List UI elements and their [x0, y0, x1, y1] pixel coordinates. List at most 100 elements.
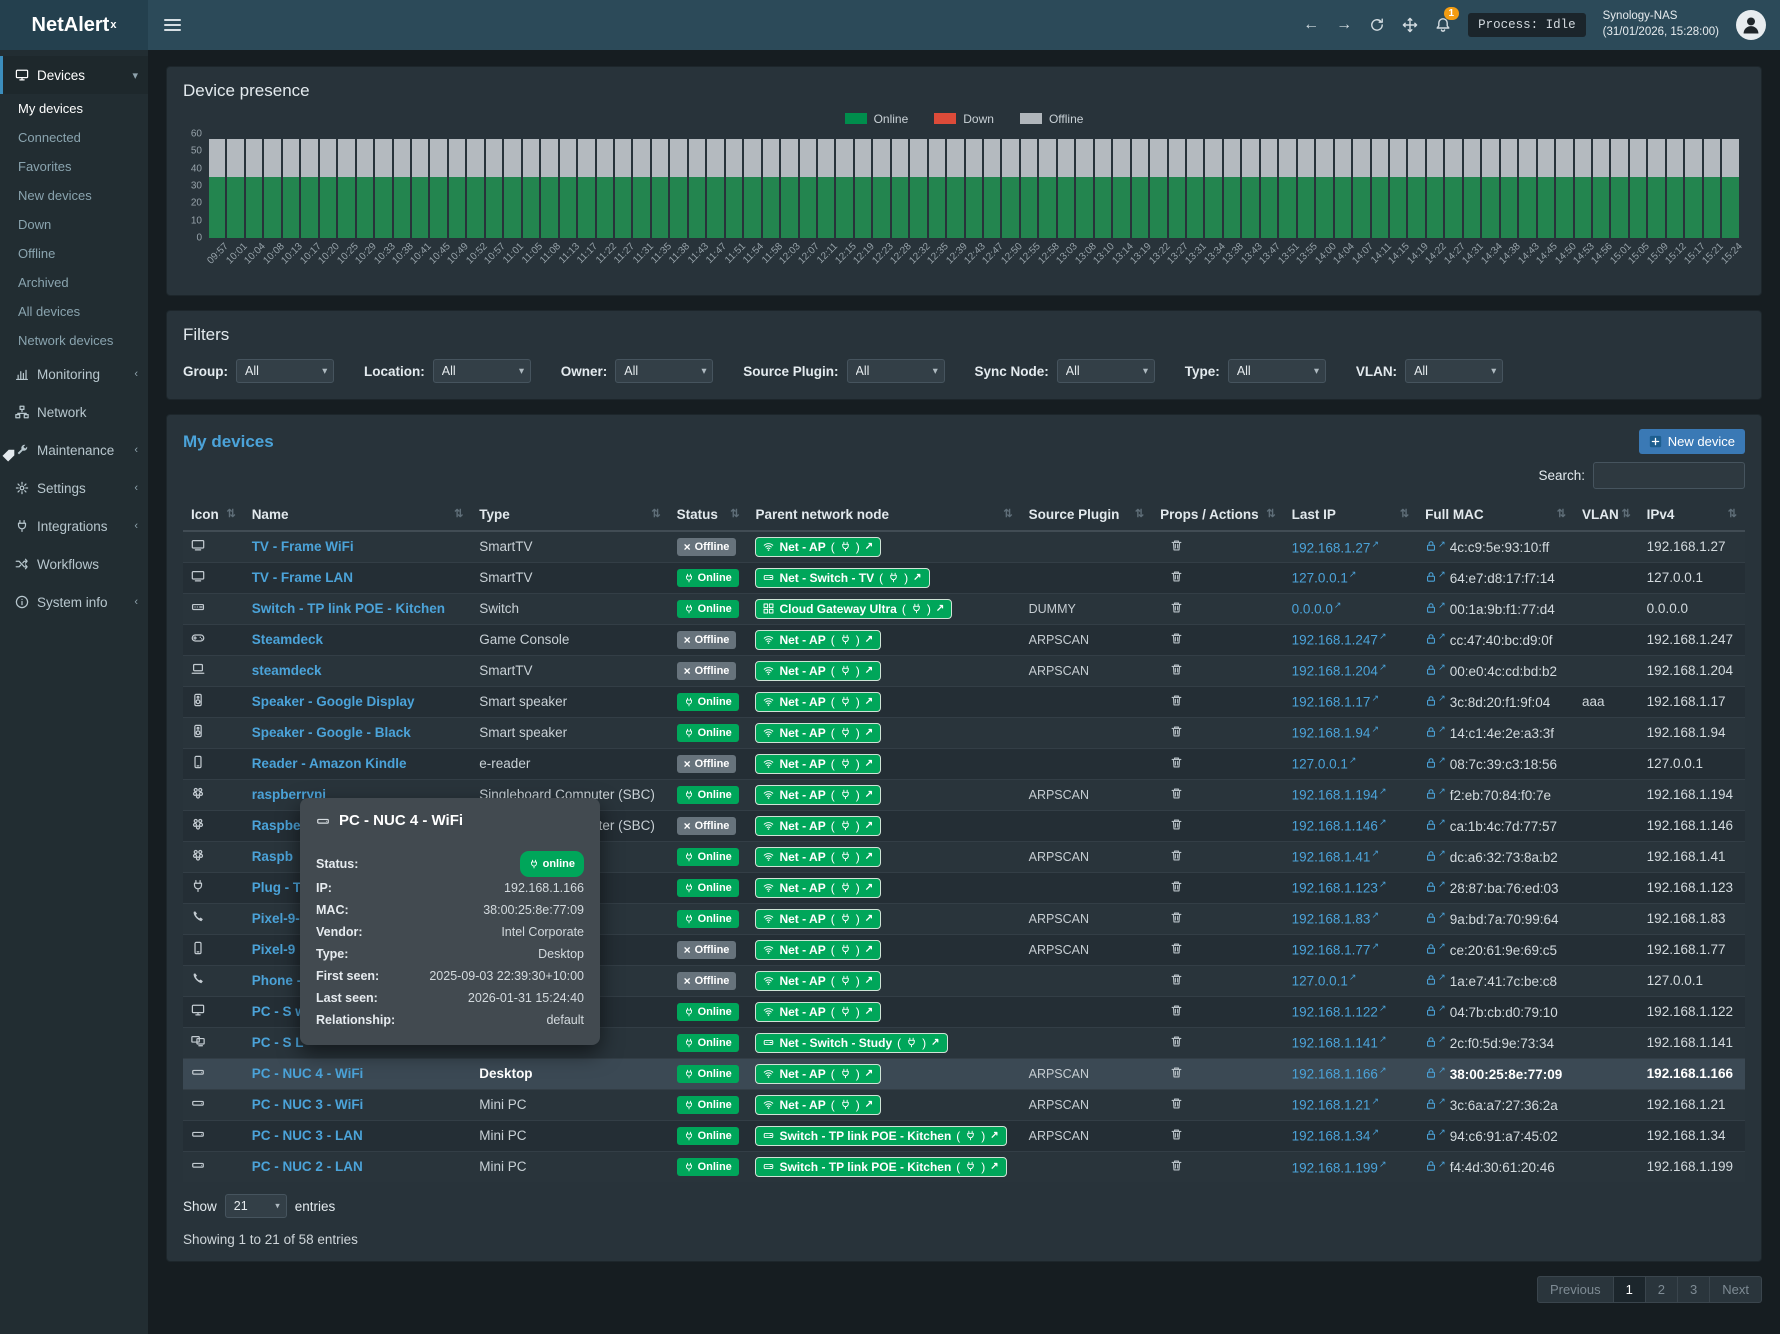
lock-icon[interactable] [1425, 757, 1437, 769]
parent-node-button[interactable]: Net - AP()↗ [755, 878, 881, 898]
lock-icon[interactable] [1425, 571, 1437, 583]
parent-node-button[interactable]: Net - AP()↗ [755, 1095, 881, 1115]
last-ip-link[interactable]: 192.168.1.21 [1292, 1098, 1371, 1113]
menu-toggle-icon[interactable] [148, 0, 196, 50]
column-header[interactable]: Full MAC⇅ [1417, 499, 1574, 531]
sidebar-subitem[interactable]: Connected [0, 123, 148, 152]
column-header[interactable]: Last IP⇅ [1284, 499, 1418, 531]
lock-icon[interactable] [1425, 1036, 1437, 1048]
filter-select-sync-node[interactable]: All [1057, 359, 1155, 383]
parent-node-button[interactable]: Net - AP()↗ [755, 692, 881, 712]
device-name-link[interactable]: Speaker - Google Display [252, 694, 415, 709]
device-name-link[interactable]: Phone - [252, 973, 302, 988]
last-ip-link[interactable]: 192.168.1.146 [1292, 819, 1378, 834]
parent-node-button[interactable]: Net - AP()↗ [755, 754, 881, 774]
sidebar-item-monitoring[interactable]: Monitoring‹ [0, 355, 148, 393]
table-row[interactable]: steamdeckSmartTV×OfflineNet - AP()↗ARPSC… [183, 655, 1745, 686]
table-row[interactable]: PC - NUC 3 - LANMini PCOnlineSwitch - TP… [183, 1120, 1745, 1151]
delete-button[interactable] [1170, 942, 1183, 955]
device-name-link[interactable]: Pixel-9- [252, 911, 300, 926]
sidebar-item-maintenance[interactable]: Maintenance‹ [0, 431, 148, 469]
delete-button[interactable] [1170, 1035, 1183, 1048]
lock-icon[interactable] [1425, 943, 1437, 955]
delete-button[interactable] [1170, 570, 1183, 583]
delete-button[interactable] [1170, 601, 1183, 614]
last-ip-link[interactable]: 192.168.1.194 [1292, 788, 1378, 803]
column-header[interactable]: Props / Actions⇅ [1152, 499, 1284, 531]
lock-icon[interactable] [1425, 726, 1437, 738]
sort-icon[interactable]: ⇅ [1621, 507, 1630, 520]
delete-button[interactable] [1170, 1097, 1183, 1110]
lock-icon[interactable] [1425, 695, 1437, 707]
delete-button[interactable] [1170, 632, 1183, 645]
column-header[interactable]: Status⇅ [669, 499, 748, 531]
parent-node-button[interactable]: Switch - TP link POE - Kitchen()↗ [755, 1126, 1006, 1146]
parent-node-button[interactable]: Net - AP()↗ [755, 816, 881, 836]
sidebar-item-settings[interactable]: Settings‹ [0, 469, 148, 507]
lock-icon[interactable] [1425, 881, 1437, 893]
delete-button[interactable] [1170, 973, 1183, 986]
parent-node-button[interactable]: Net - AP()↗ [755, 537, 881, 557]
parent-node-button[interactable]: Cloud Gateway Ultra()↗ [755, 599, 952, 619]
delete-button[interactable] [1170, 880, 1183, 893]
last-ip-link[interactable]: 192.168.1.123 [1292, 881, 1378, 896]
device-name-link[interactable]: Speaker - Google - Black [252, 725, 411, 740]
pagination-page-1[interactable]: 1 [1613, 1276, 1646, 1303]
sort-icon[interactable]: ⇅ [730, 507, 739, 520]
device-name-link[interactable]: steamdeck [252, 663, 322, 678]
page-size-select[interactable]: 21 [225, 1194, 287, 1218]
parent-node-button[interactable]: Switch - TP link POE - Kitchen()↗ [755, 1157, 1006, 1177]
sort-icon[interactable]: ⇅ [1266, 507, 1275, 520]
sidebar-item-devices[interactable]: Devices▾ [0, 56, 148, 94]
lock-icon[interactable] [1425, 1129, 1437, 1141]
device-name-link[interactable]: Switch - TP link POE - Kitchen [252, 601, 445, 616]
last-ip-link[interactable]: 192.168.1.204 [1292, 664, 1378, 679]
parent-node-button[interactable]: Net - AP()↗ [755, 723, 881, 743]
device-name-link[interactable]: Raspbe [252, 818, 301, 833]
sort-icon[interactable]: ⇅ [1003, 507, 1012, 520]
sidebar-item-workflows[interactable]: Workflows [0, 545, 148, 583]
parent-node-button[interactable]: Net - AP()↗ [755, 661, 881, 681]
last-ip-link[interactable]: 192.168.1.94 [1292, 726, 1371, 741]
filter-select-group[interactable]: All [236, 359, 334, 383]
pagination-next[interactable]: Next [1709, 1276, 1762, 1303]
delete-button[interactable] [1170, 725, 1183, 738]
table-row[interactable]: PC - NUC 4 - WiFiDesktopOnlineNet - AP()… [183, 1058, 1745, 1089]
delete-button[interactable] [1170, 756, 1183, 769]
lock-icon[interactable] [1425, 974, 1437, 986]
last-ip-link[interactable]: 192.168.1.77 [1292, 943, 1371, 958]
pagination-page-3[interactable]: 3 [1677, 1276, 1710, 1303]
last-ip-link[interactable]: 0.0.0.0 [1292, 602, 1333, 617]
filter-select-type[interactable]: All [1228, 359, 1326, 383]
lock-icon[interactable] [1425, 633, 1437, 645]
nav-forward-icon[interactable]: → [1336, 16, 1352, 34]
sidebar-subitem[interactable]: Favorites [0, 152, 148, 181]
lock-icon[interactable] [1425, 1005, 1437, 1017]
sidebar-subitem[interactable]: Archived [0, 268, 148, 297]
lock-icon[interactable] [1425, 540, 1437, 552]
table-row[interactable]: TV - Frame WiFiSmartTV×OfflineNet - AP()… [183, 531, 1745, 562]
filter-select-vlan[interactable]: All [1405, 359, 1503, 383]
sidebar-subitem[interactable]: Down [0, 210, 148, 239]
column-header[interactable]: IPv4⇅ [1639, 499, 1745, 531]
sidebar-subitem[interactable]: My devices [0, 94, 148, 123]
device-name-link[interactable]: PC - S w [252, 1004, 306, 1019]
last-ip-link[interactable]: 192.168.1.17 [1292, 695, 1371, 710]
lock-icon[interactable] [1425, 819, 1437, 831]
app-logo[interactable]: NetAlertx [0, 0, 148, 50]
device-name-link[interactable]: Reader - Amazon Kindle [252, 756, 407, 771]
device-name-link[interactable]: PC - NUC 4 - WiFi [252, 1066, 364, 1081]
device-name-link[interactable]: Pixel-9 [252, 942, 296, 957]
lock-icon[interactable] [1425, 1160, 1437, 1172]
filter-select-owner[interactable]: All [615, 359, 713, 383]
device-name-link[interactable]: Plug - T [252, 880, 302, 895]
parent-node-button[interactable]: Net - AP()↗ [755, 940, 881, 960]
sidebar-subitem[interactable]: Network devices [0, 326, 148, 355]
device-name-link[interactable]: PC - S L [252, 1035, 304, 1050]
table-row[interactable]: Reader - Amazon Kindlee-reader×OfflineNe… [183, 748, 1745, 779]
device-name-link[interactable]: PC - NUC 2 - LAN [252, 1159, 363, 1174]
delete-button[interactable] [1170, 1066, 1183, 1079]
search-input[interactable] [1593, 462, 1745, 489]
lock-icon[interactable] [1425, 850, 1437, 862]
table-row[interactable]: PC - NUC 2 - LANMini PCOnlineSwitch - TP… [183, 1151, 1745, 1182]
